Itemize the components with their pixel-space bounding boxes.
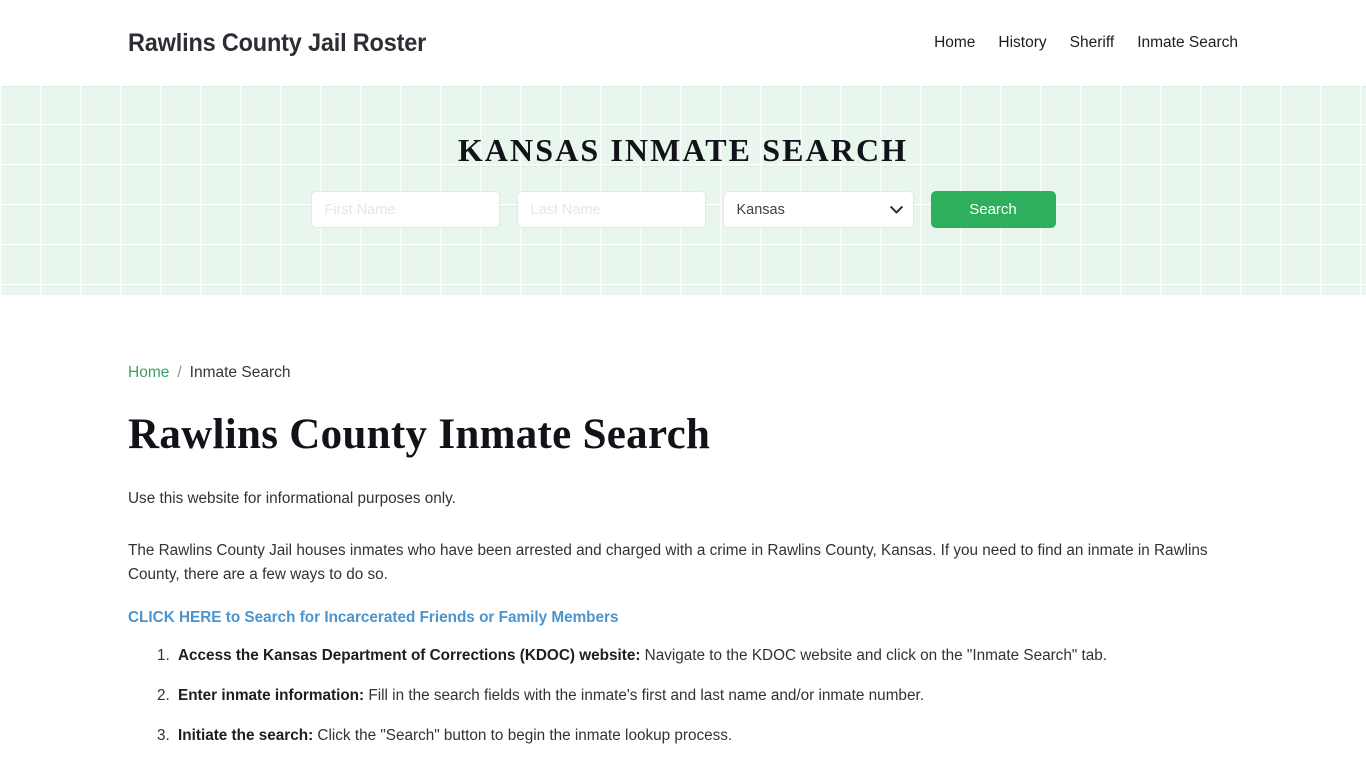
- step-lead: Access the Kansas Department of Correcti…: [178, 647, 641, 664]
- breadcrumb-item-home[interactable]: Home: [128, 364, 169, 382]
- breadcrumb-item-current: Inmate Search: [189, 364, 291, 381]
- state-select-wrapper: Kansas: [722, 191, 914, 228]
- step-lead: Initiate the search:: [178, 727, 314, 744]
- first-name-input[interactable]: [310, 191, 500, 228]
- hero-banner: KANSAS INMATE SEARCH Kansas Search: [0, 86, 1366, 295]
- step-rest: Navigate to the KDOC website and click o…: [640, 647, 1108, 664]
- last-name-input[interactable]: [516, 191, 706, 228]
- step-rest: Fill in the search fields with the inmat…: [364, 687, 924, 704]
- nav-item-sheriff[interactable]: Sheriff: [1070, 34, 1115, 52]
- search-button[interactable]: Search: [930, 191, 1056, 228]
- list-item: Access the Kansas Department of Correcti…: [174, 645, 1238, 667]
- site-brand-link[interactable]: Rawlins County Jail Roster: [128, 29, 426, 58]
- site-header: Rawlins County Jail Roster Home History …: [0, 0, 1366, 86]
- intro-paragraph: Use this website for informational purpo…: [128, 490, 456, 507]
- page-main: Home / Inmate Search Rawlins County Inma…: [0, 364, 1366, 747]
- step-lead: Enter inmate information:: [178, 687, 365, 704]
- nav-item-home[interactable]: Home: [934, 34, 975, 52]
- description-paragraph: The Rawlins County Jail houses inmates w…: [128, 542, 1208, 583]
- inmate-search-form: Kansas Search: [310, 191, 1056, 228]
- cta-search-link[interactable]: CLICK HERE to Search for Incarcerated Fr…: [128, 609, 619, 627]
- step-rest: Click the "Search" button to begin the i…: [313, 727, 733, 744]
- steps-list: Access the Kansas Department of Correcti…: [128, 645, 1238, 747]
- list-item: Initiate the search: Click the "Search" …: [174, 725, 1238, 747]
- main-navigation: Home History Sheriff Inmate Search: [934, 34, 1238, 52]
- state-select[interactable]: Kansas: [722, 191, 914, 228]
- breadcrumb: Home / Inmate Search: [128, 364, 1238, 382]
- hero-title: KANSAS INMATE SEARCH: [457, 132, 909, 168]
- list-item: Enter inmate information: Fill in the se…: [174, 685, 1238, 707]
- nav-item-inmate-search[interactable]: Inmate Search: [1137, 34, 1238, 52]
- nav-item-history[interactable]: History: [998, 34, 1046, 52]
- page-title: Rawlins County Inmate Search: [128, 411, 711, 458]
- breadcrumb-separator: /: [177, 364, 182, 381]
